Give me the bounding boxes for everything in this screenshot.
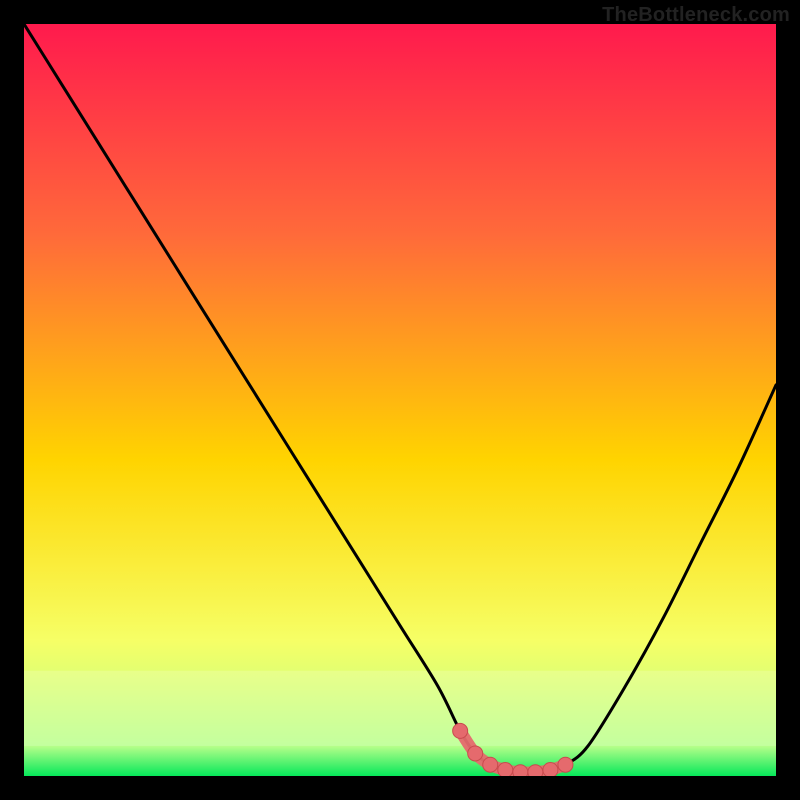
glow-band [24, 671, 776, 746]
gradient-background [24, 24, 776, 776]
chart-svg [24, 24, 776, 776]
plot-area [24, 24, 776, 776]
optimal-marker [558, 757, 573, 772]
optimal-marker [498, 762, 513, 776]
optimal-marker [528, 765, 543, 776]
optimal-marker [453, 723, 468, 738]
watermark-text: TheBottleneck.com [602, 4, 790, 27]
plot-frame [24, 24, 776, 776]
optimal-marker [513, 765, 528, 776]
chart-stage: TheBottleneck.com [0, 0, 800, 800]
optimal-marker [483, 757, 498, 772]
optimal-marker [543, 762, 558, 776]
optimal-marker [468, 746, 483, 761]
